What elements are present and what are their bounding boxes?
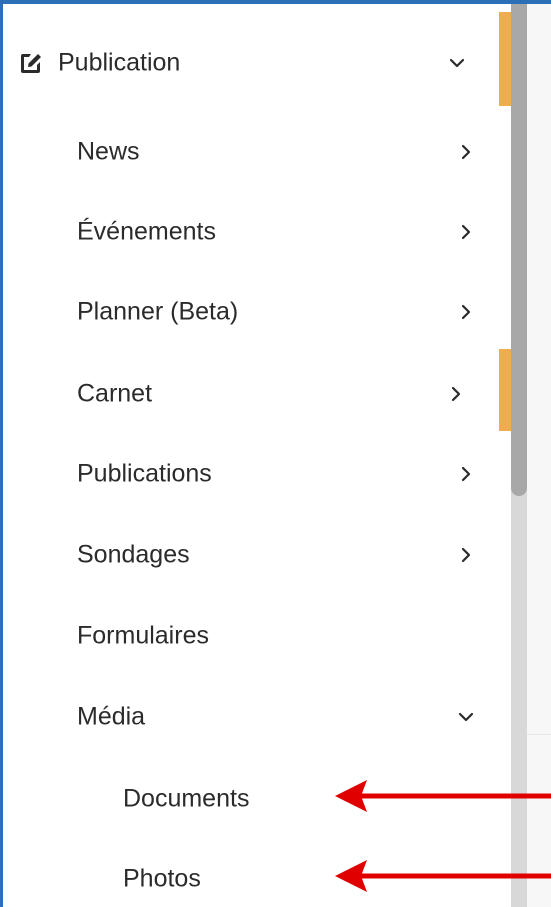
annotation-arrow-icon [335, 860, 551, 892]
sidebar-section-publication[interactable]: Publication [6, 35, 498, 91]
sidebar-item-formulaires[interactable]: Formulaires [6, 608, 498, 664]
sidebar-item-label: Événements [77, 217, 216, 246]
sidebar-item-evenements[interactable]: Événements [6, 204, 498, 260]
sidebar-subitem-label: Photos [123, 864, 201, 893]
scrollbar-thumb[interactable] [511, 4, 527, 496]
sidebar-subitem-label: Documents [123, 784, 250, 813]
sidebar-item-planner[interactable]: Planner (Beta) [6, 284, 498, 340]
sidebar-item-media[interactable]: Média [6, 689, 498, 745]
annotation-arrow-icon [335, 780, 551, 812]
chevron-right-icon [457, 143, 475, 161]
divider [527, 734, 551, 735]
sidebar-item-label: Formulaires [77, 621, 209, 650]
content-area [527, 4, 551, 907]
chevron-right-icon [457, 303, 475, 321]
accent-marker [499, 349, 511, 431]
accent-marker [499, 12, 511, 106]
sidebar-item-sondages[interactable]: Sondages [6, 527, 498, 583]
sidebar-section-label: Publication [58, 48, 181, 77]
sidebar-item-label: Sondages [77, 540, 190, 569]
chevron-right-icon [457, 546, 475, 564]
chevron-down-icon [457, 708, 475, 726]
sidebar-item-label: Publications [77, 459, 212, 488]
chevron-right-icon [447, 385, 465, 403]
chevron-down-icon [448, 54, 466, 72]
sidebar-item-label: News [77, 137, 140, 166]
chevron-right-icon [457, 465, 475, 483]
sidebar-item-label: Planner (Beta) [77, 297, 239, 326]
sidebar-item-carnet[interactable]: Carnet [6, 366, 498, 422]
sidebar-item-news[interactable]: News [6, 124, 498, 180]
chevron-right-icon [457, 223, 475, 241]
edit-icon [18, 50, 44, 76]
app-frame: Publication News Événements Planner (Bet… [0, 0, 551, 907]
sidebar-item-label: Carnet [77, 379, 153, 408]
sidebar-item-label: Média [77, 702, 146, 731]
sidebar-menu: Publication News Événements Planner (Bet… [6, 8, 498, 907]
sidebar-item-publications[interactable]: Publications [6, 446, 498, 502]
